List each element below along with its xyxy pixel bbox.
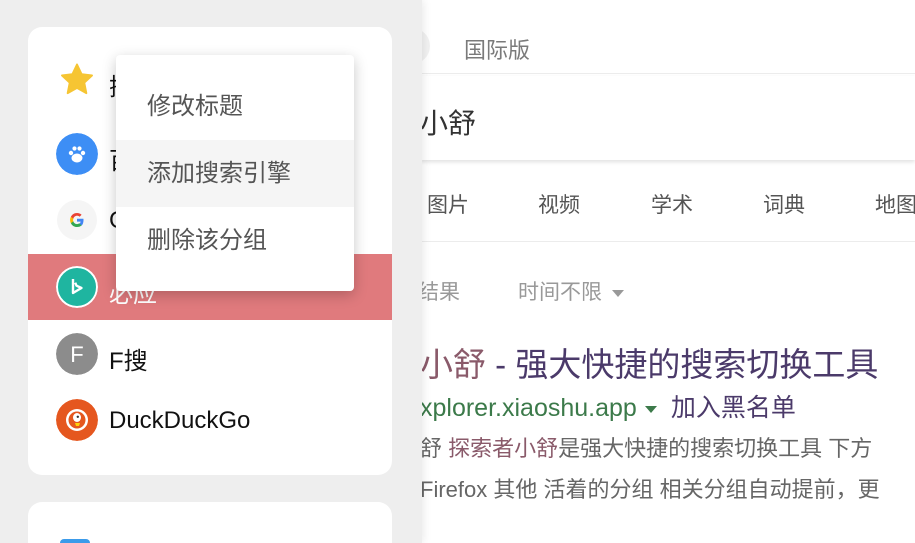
duckduckgo-icon xyxy=(56,399,98,441)
result-title-rest: - 强大快捷的搜索切换工具 xyxy=(486,346,879,383)
engine-label: DuckDuckGo xyxy=(109,407,251,434)
tab-images[interactable]: 图片 xyxy=(427,189,469,219)
google-icon xyxy=(57,200,97,240)
chevron-down-icon xyxy=(612,289,624,297)
result-url-row: xplorer.xiaoshu.app 加入黑名单 xyxy=(420,388,796,424)
search-result: 小舒 - 强大快捷的搜索切换工具 xplorer.xiaoshu.app 加入黑名… xyxy=(420,336,915,516)
top-bar: 国际版 xyxy=(410,0,915,74)
result-snippet-rest: 是强大快捷的搜索切换工具 下方 xyxy=(558,436,873,461)
context-menu: 修改标题 添加搜索引擎 删除该分组 xyxy=(116,55,354,291)
result-snippet-lead: 舒 xyxy=(420,436,449,461)
engine-group-card-2 xyxy=(28,502,392,543)
search-query-text[interactable]: 小舒 xyxy=(420,102,476,142)
engine-label: F搜 xyxy=(109,348,148,375)
time-filter-dropdown[interactable]: 时间不限 xyxy=(518,276,624,306)
engine-item-f-sou[interactable]: F F搜 xyxy=(28,321,392,387)
time-filter-label: 时间不限 xyxy=(518,281,602,304)
menu-item-edit-title[interactable]: 修改标题 xyxy=(116,73,354,140)
search-tabs: 图片 视频 学术 词典 地图 xyxy=(420,160,915,242)
baidu-paw-icon xyxy=(56,133,98,175)
result-title-highlight: 小舒 xyxy=(420,346,486,383)
bing-icon xyxy=(56,266,98,308)
star-icon xyxy=(61,63,93,95)
menu-item-add-engine[interactable]: 添加搜索引擎 xyxy=(116,140,354,207)
engine-icon xyxy=(60,539,90,543)
result-title-link[interactable]: 小舒 - 强大快捷的搜索切换工具 xyxy=(420,338,878,386)
add-to-blacklist-link[interactable]: 加入黑名单 xyxy=(671,394,796,422)
engine-sidebar: 搜 百 G xyxy=(0,0,422,543)
tab-videos[interactable]: 视频 xyxy=(538,189,580,219)
result-snippet-line2: Firefox 其他 活着的分组 相关分组自动提前，更 xyxy=(420,477,880,502)
result-snippet-highlight: 探索者小舒 xyxy=(448,436,559,461)
result-snippet-line1: 舒 探索者小舒是强大快捷的搜索切换工具 下方 xyxy=(420,431,872,463)
intl-version-link[interactable]: 国际版 xyxy=(464,33,530,65)
url-chevron-down-icon[interactable] xyxy=(644,405,657,413)
engine-item-duckduckgo[interactable]: DuckDuckGo xyxy=(28,387,392,453)
svg-text:F: F xyxy=(70,342,83,367)
letter-f-icon: F xyxy=(56,333,98,375)
search-box[interactable]: 小舒 xyxy=(420,76,915,160)
results-count-label: 结果 xyxy=(418,281,460,304)
tab-dictionary[interactable]: 词典 xyxy=(763,189,805,219)
tab-academic[interactable]: 学术 xyxy=(651,189,693,219)
result-url[interactable]: xplorer.xiaoshu.app xyxy=(420,394,637,422)
menu-item-delete-group[interactable]: 删除该分组 xyxy=(116,207,354,274)
filter-bar: 结果 时间不限 xyxy=(418,274,915,306)
tab-maps[interactable]: 地图 xyxy=(875,189,915,219)
